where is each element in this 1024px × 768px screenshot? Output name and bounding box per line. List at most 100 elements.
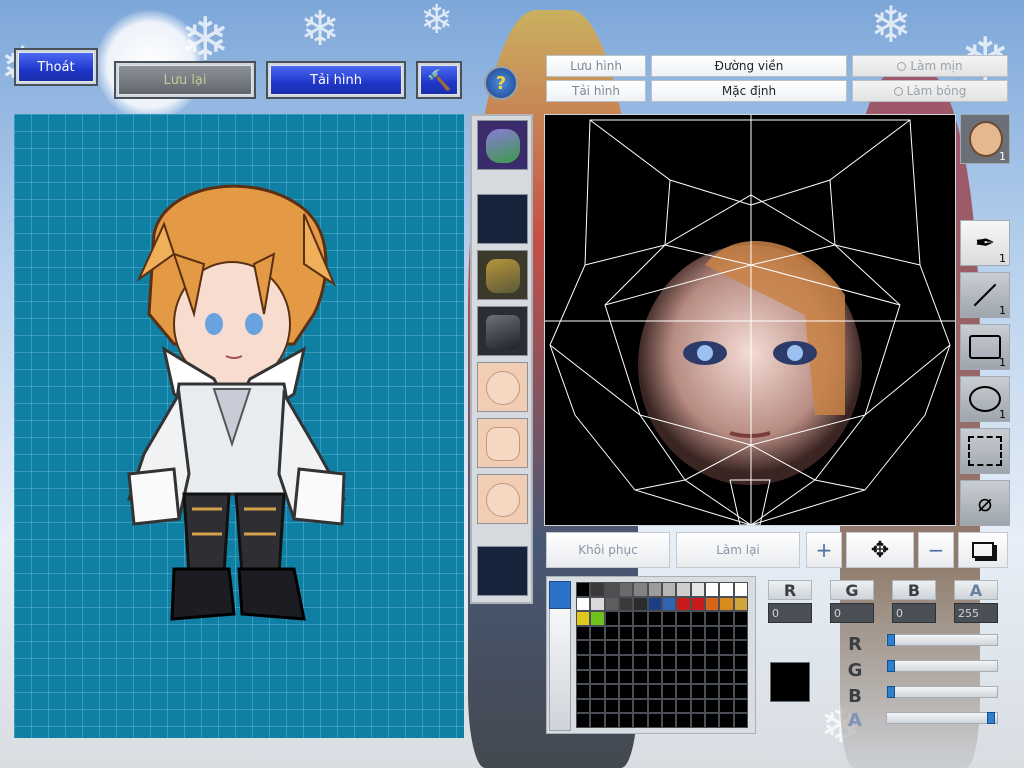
- palette-color-cell[interactable]: [590, 713, 605, 728]
- palette-color-cell[interactable]: [690, 582, 705, 597]
- eyedropper-tool[interactable]: ⌀: [960, 480, 1010, 526]
- palette-color-cell[interactable]: [576, 713, 591, 728]
- palette-color-cell[interactable]: [676, 611, 691, 626]
- red-slider-thumb[interactable]: [887, 634, 895, 646]
- blue-slider[interactable]: [886, 686, 998, 698]
- hammer-button[interactable]: 🔨: [418, 63, 460, 97]
- palette-color-cell[interactable]: [676, 654, 691, 670]
- palette-color-cell[interactable]: [690, 684, 705, 699]
- palette-color-cell[interactable]: [604, 684, 619, 699]
- character-preview-canvas[interactable]: [14, 114, 464, 738]
- palette-color-cell[interactable]: [661, 640, 677, 655]
- palette-color-cell[interactable]: [733, 611, 748, 626]
- palette-color-cell[interactable]: [576, 625, 591, 641]
- palette-color-cell[interactable]: [719, 713, 734, 728]
- palette-color-cell[interactable]: [604, 713, 619, 728]
- palette-color-cell[interactable]: [647, 625, 662, 641]
- tab-outline[interactable]: Đường viền: [651, 55, 847, 77]
- palette-color-cell[interactable]: [690, 713, 705, 728]
- palette-color-cell[interactable]: [719, 640, 734, 655]
- palette-color-cell[interactable]: [647, 669, 662, 685]
- tab-smooth[interactable]: Làm mịn: [852, 55, 1008, 77]
- part-slot-body[interactable]: [477, 418, 528, 468]
- palette-color-cell[interactable]: [633, 654, 648, 670]
- palette-color-cell[interactable]: [733, 669, 748, 685]
- palette-color-cell[interactable]: [647, 698, 662, 714]
- ellipse-tool[interactable]: 1: [960, 376, 1010, 422]
- palette-color-cell[interactable]: [704, 611, 720, 626]
- help-button[interactable]: ?: [484, 66, 518, 100]
- green-slider-thumb[interactable]: [887, 660, 895, 672]
- palette-color-cell[interactable]: [590, 654, 605, 670]
- redo-button[interactable]: Làm lại: [676, 532, 800, 568]
- palette-color-cell[interactable]: [647, 611, 662, 626]
- blue-value-field[interactable]: 0: [892, 603, 936, 623]
- palette-color-cell[interactable]: [647, 684, 662, 699]
- part-slot-empty[interactable]: [477, 194, 528, 244]
- restore-button[interactable]: Khôi phục: [546, 532, 670, 568]
- tab-load-image[interactable]: Tải hình: [546, 80, 646, 102]
- palette-color-cell[interactable]: [647, 640, 662, 655]
- palette-color-cell[interactable]: [633, 611, 648, 626]
- palette-color-cell[interactable]: [661, 684, 677, 699]
- palette-color-cell[interactable]: [719, 582, 734, 597]
- palette-color-cell[interactable]: [618, 640, 634, 655]
- palette-color-cell[interactable]: [576, 611, 591, 626]
- palette-color-cell[interactable]: [719, 684, 734, 699]
- palette-color-cell[interactable]: [576, 669, 591, 685]
- palette-color-cell[interactable]: [576, 684, 591, 699]
- palette-color-cell[interactable]: [618, 654, 634, 670]
- tab-save-image[interactable]: Lưu hình: [546, 55, 646, 77]
- palette-color-cell[interactable]: [704, 698, 720, 714]
- palette-color-cell[interactable]: [633, 669, 648, 685]
- palette-color-cell[interactable]: [733, 625, 748, 641]
- palette-color-cell[interactable]: [719, 611, 734, 626]
- palette-color-cell[interactable]: [590, 625, 605, 641]
- palette-color-cell[interactable]: [690, 625, 705, 641]
- palette-color-cell[interactable]: [704, 582, 720, 597]
- palette-color-cell[interactable]: [633, 582, 648, 597]
- palette-color-cell[interactable]: [633, 684, 648, 699]
- palette-color-cell[interactable]: [661, 596, 677, 612]
- palette-color-cell[interactable]: [618, 582, 634, 597]
- palette-color-cell[interactable]: [733, 640, 748, 655]
- palette-color-cell[interactable]: [676, 698, 691, 714]
- palette-color-cell[interactable]: [661, 669, 677, 685]
- palette-color-cell[interactable]: [647, 596, 662, 612]
- palette-color-cell[interactable]: [676, 669, 691, 685]
- palette-color-cell[interactable]: [647, 582, 662, 597]
- exit-button[interactable]: Thoát: [16, 50, 96, 84]
- palette-color-cell[interactable]: [633, 596, 648, 612]
- palette-color-cell[interactable]: [576, 582, 591, 597]
- line-tool[interactable]: 1: [960, 272, 1010, 318]
- palette-color-cell[interactable]: [590, 611, 605, 626]
- move-button[interactable]: ✥: [846, 532, 914, 568]
- palette-color-cell[interactable]: [704, 713, 720, 728]
- palette-color-cell[interactable]: [647, 654, 662, 670]
- alpha-slider-thumb[interactable]: [987, 712, 995, 724]
- palette-color-cell[interactable]: [661, 654, 677, 670]
- palette-color-cell[interactable]: [733, 713, 748, 728]
- palette-color-cell[interactable]: [719, 654, 734, 670]
- palette-color-cell[interactable]: [618, 698, 634, 714]
- palette-color-cell[interactable]: [590, 669, 605, 685]
- palette-color-cell[interactable]: [633, 698, 648, 714]
- green-slider[interactable]: [886, 660, 998, 672]
- palette-color-cell[interactable]: [576, 596, 591, 612]
- palette-color-cell[interactable]: [676, 713, 691, 728]
- red-slider[interactable]: [886, 634, 998, 646]
- palette-color-cell[interactable]: [590, 596, 605, 612]
- palette-color-cell[interactable]: [676, 625, 691, 641]
- blue-slider-thumb[interactable]: [887, 686, 895, 698]
- palette-color-cell[interactable]: [676, 596, 691, 612]
- palette-color-cell[interactable]: [719, 625, 734, 641]
- palette-color-cell[interactable]: [604, 611, 619, 626]
- zoom-in-button[interactable]: +: [806, 532, 842, 568]
- face-editor-canvas[interactable]: [544, 114, 956, 526]
- palette-color-cell[interactable]: [618, 669, 634, 685]
- palette-color-cell[interactable]: [690, 611, 705, 626]
- palette-color-cell[interactable]: [590, 698, 605, 714]
- palette-color-cell[interactable]: [618, 596, 634, 612]
- palette-color-cell[interactable]: [733, 582, 748, 597]
- save-button[interactable]: Lưu lại: [116, 63, 254, 97]
